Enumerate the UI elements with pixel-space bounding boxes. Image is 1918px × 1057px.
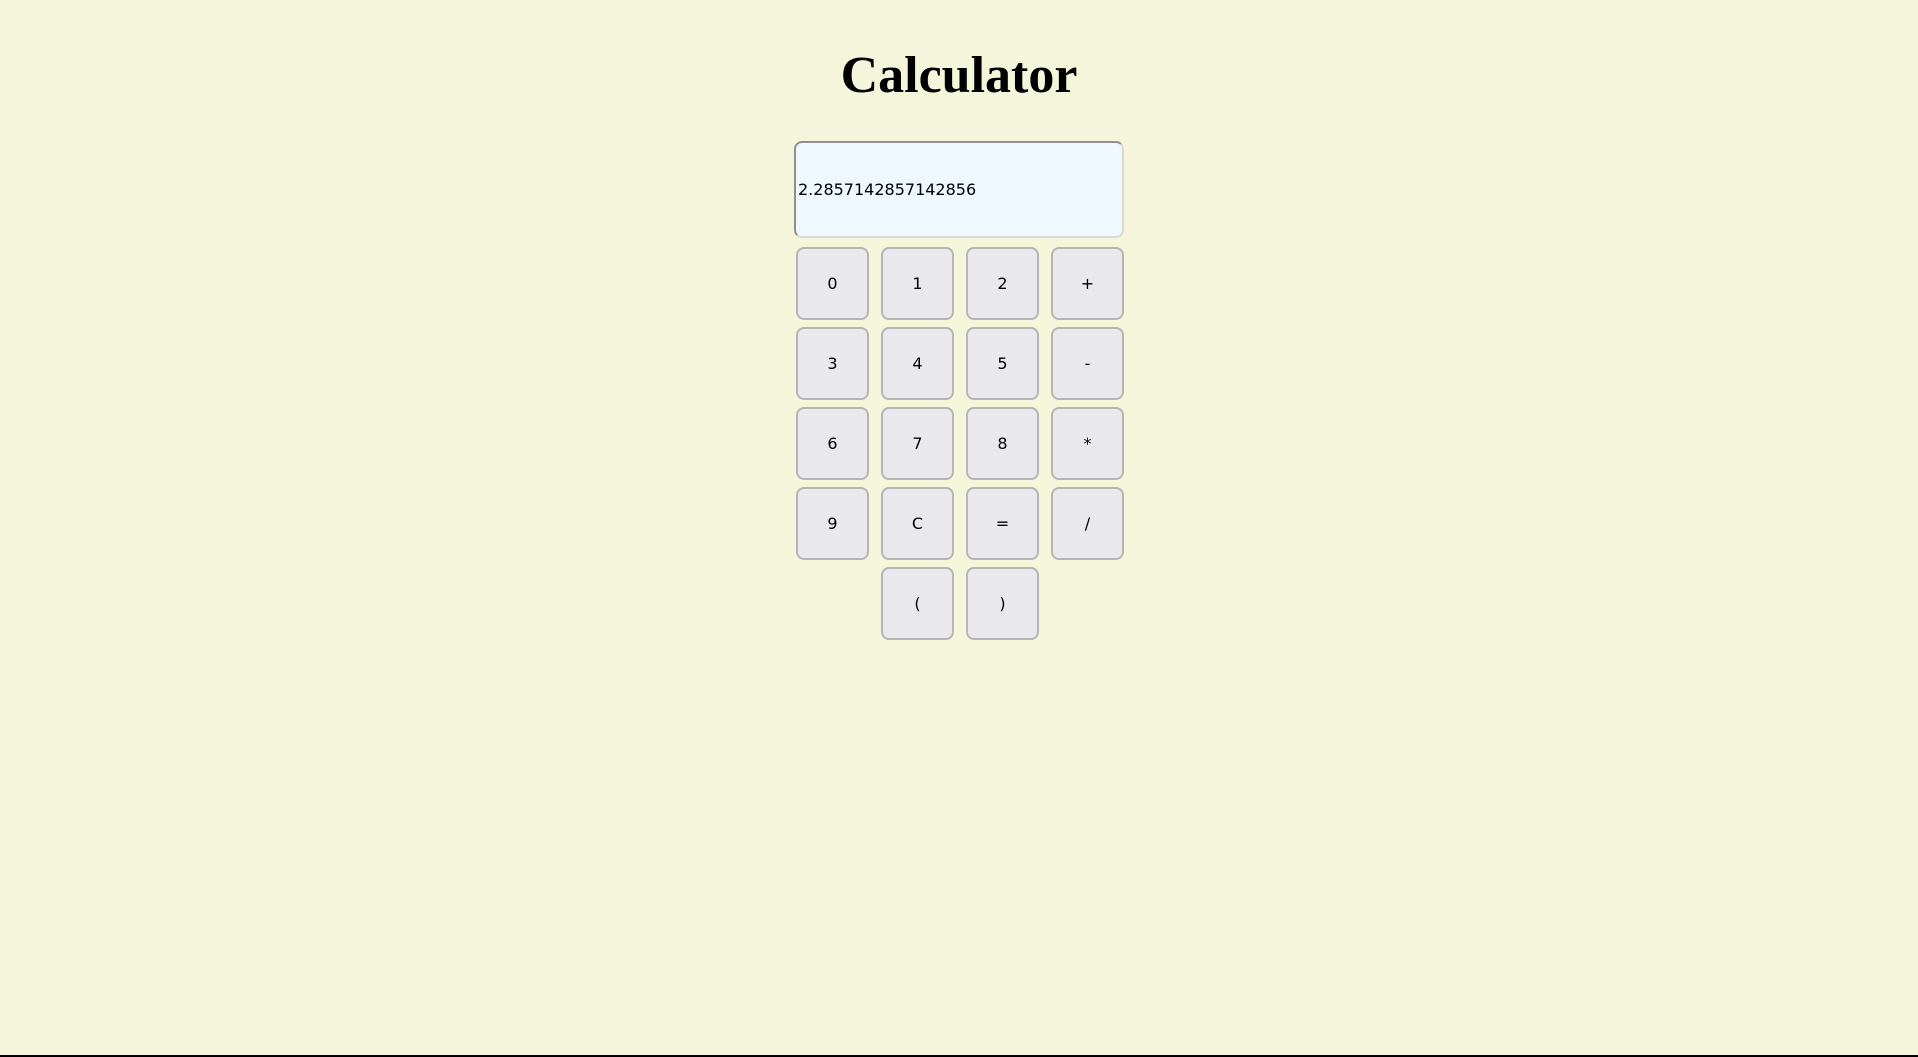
key-0-button[interactable]: 0 xyxy=(796,247,869,320)
key-9-button[interactable]: 9 xyxy=(796,487,869,560)
key-4-button[interactable]: 4 xyxy=(881,327,954,400)
equals-button[interactable]: = xyxy=(966,487,1039,560)
key-8-button[interactable]: 8 xyxy=(966,407,1039,480)
open-paren-button[interactable]: ( xyxy=(881,567,954,640)
key-3-button[interactable]: 3 xyxy=(796,327,869,400)
divide-button[interactable]: / xyxy=(1051,487,1124,560)
key-1-button[interactable]: 1 xyxy=(881,247,954,320)
close-paren-button[interactable]: ) xyxy=(966,567,1039,640)
key-6-button[interactable]: 6 xyxy=(796,407,869,480)
calculator-page: Calculator 0 1 2 + 3 4 5 - 6 7 8 * 9 C =… xyxy=(0,0,1918,1057)
multiply-button[interactable]: * xyxy=(1051,407,1124,480)
key-7-button[interactable]: 7 xyxy=(881,407,954,480)
clear-button[interactable]: C xyxy=(881,487,954,560)
plus-button[interactable]: + xyxy=(1051,247,1124,320)
calculator-display[interactable] xyxy=(794,141,1124,238)
key-5-button[interactable]: 5 xyxy=(966,327,1039,400)
key-2-button[interactable]: 2 xyxy=(966,247,1039,320)
minus-button[interactable]: - xyxy=(1051,327,1124,400)
page-title: Calculator xyxy=(840,47,1078,104)
